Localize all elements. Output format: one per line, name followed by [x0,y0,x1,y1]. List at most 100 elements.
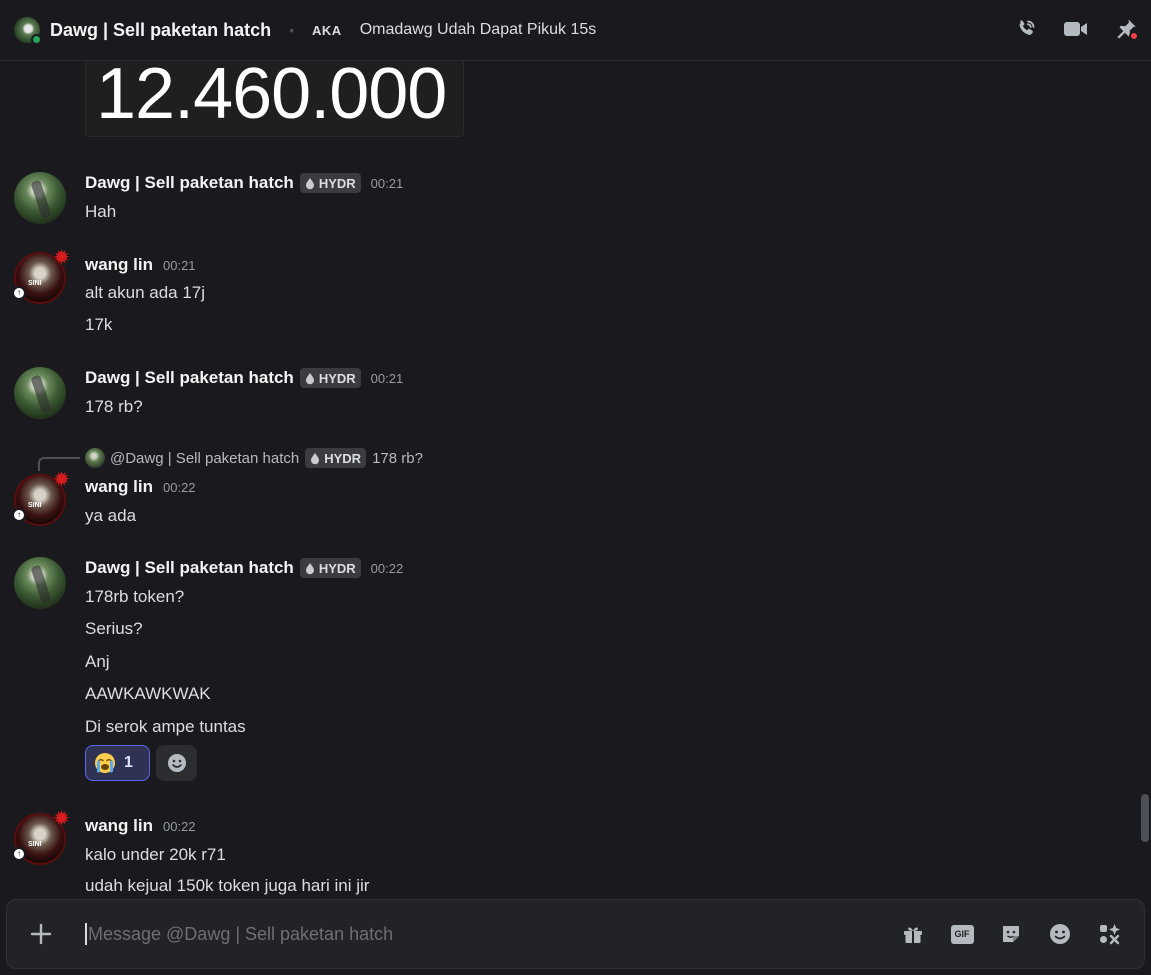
author-avatar[interactable] [14,557,66,609]
message-text: 17k [85,315,113,334]
author-avatar[interactable]: SINI ✹ ↑ [12,809,70,865]
add-reaction-icon [167,754,186,772]
server-tag-label: HYDR [318,560,356,576]
drop-icon [305,562,314,574]
drop-icon [311,452,320,464]
sticker-button[interactable] [996,919,1026,949]
video-call-icon[interactable] [1061,14,1091,44]
server-tag-label: HYDR [324,450,362,466]
server-tag[interactable]: HYDR [299,173,361,193]
message-text: Di serok ampe tuntas [85,717,246,736]
emoji-icon [1050,924,1070,944]
message-text: 178rb token? [85,587,185,606]
header-toolbar [1011,14,1141,44]
plus-icon [30,923,52,945]
header-nickname: Omadawg Udah Dapat Pikuk 15s [359,21,597,38]
message-header: wang lin 00:22 [85,816,196,836]
gift-button[interactable] [898,919,928,949]
message-text: Hah [85,202,117,221]
text-caret [85,923,87,945]
server-tag[interactable]: HYDR [299,368,361,388]
attached-image-text: 12.460.000 [96,61,447,134]
server-tag-label: HYDR [318,175,356,191]
gif-icon: GIF [950,924,974,944]
phone-call-icon[interactable] [1011,14,1041,44]
message-text: kalo under 20k r71 [85,845,226,864]
drop-icon [305,372,314,384]
author-avatar[interactable] [14,172,66,224]
timestamp: 00:22 [163,818,196,834]
message-header: Dawg | Sell paketan hatch HYDR 00:22 [85,558,403,578]
reply-avatar [85,448,105,468]
author-name[interactable]: Dawg | Sell paketan hatch [85,558,294,578]
reply-author[interactable]: @Dawg | Sell paketan hatch [110,450,299,467]
status-badge-icon: ↑ [12,508,26,522]
gif-button[interactable]: GIF [947,919,977,949]
author-avatar[interactable]: SINI ✹ ↑ [12,470,70,526]
loudly-crying-emoji-icon [95,753,115,773]
upload-button[interactable] [21,914,61,954]
message-composer: GIF [6,899,1145,969]
message-text: Serius? [85,619,143,638]
header-separator: • [289,22,295,38]
drop-icon [305,177,314,189]
server-tag-label: HYDR [318,370,356,386]
gift-icon [904,927,922,943]
reply-text: 178 rb? [372,449,423,467]
decoration-star-icon: ✹ [53,247,70,269]
message-text: Anj [85,652,110,671]
author-name[interactable]: Dawg | Sell paketan hatch [85,173,294,193]
avatar-text: SINI [28,280,42,287]
status-badge-icon: ↑ [12,847,26,861]
author-avatar[interactable]: SINI ✹ ↑ [12,248,70,304]
timestamp: 00:21 [163,257,196,273]
server-tag: HYDR [305,448,367,468]
apps-button[interactable] [1094,919,1124,949]
author-name[interactable]: wang lin [85,255,153,275]
dm-header: Dawg | Sell paketan hatch • AKA Omadawg … [0,0,1151,61]
message-text: AAWKAWKWAK [85,684,211,703]
reply-preview[interactable]: @Dawg | Sell paketan hatch HYDR 178 rb? [85,448,423,468]
composer-tools: GIF [898,919,1124,949]
reaction-count: 1 [124,754,133,771]
sticker-icon [1003,926,1019,942]
timestamp: 00:21 [370,370,404,386]
timestamp: 00:21 [370,175,404,191]
author-name[interactable]: wang lin [85,816,153,836]
server-tag[interactable]: HYDR [299,558,361,578]
status-badge-icon: ↑ [12,286,26,300]
pin-icon[interactable] [1111,14,1141,44]
message-input-wrap [85,914,898,954]
author-name[interactable]: Dawg | Sell paketan hatch [85,368,294,388]
message-text: udah kejual 150k token juga hari ini jir [85,876,370,895]
message-text: 178 rb? [85,397,143,416]
message-text: alt akun ada 17j [85,283,206,302]
reaction-crying[interactable]: 1 [85,745,150,781]
online-status-icon [31,34,42,45]
add-reaction-button[interactable] [156,745,197,781]
scrollbar-thumb[interactable] [1141,794,1149,842]
message-header: wang lin 00:21 [85,255,196,275]
author-name[interactable]: wang lin [85,477,153,497]
message-header: Dawg | Sell paketan hatch HYDR 00:21 [85,368,403,388]
emoji-button[interactable] [1045,919,1075,949]
attached-image[interactable]: 12.460.000 [85,61,464,137]
message-header: Dawg | Sell paketan hatch HYDR 00:21 [85,173,403,193]
message-header: wang lin 00:22 [85,477,196,497]
timestamp: 00:22 [370,560,404,576]
message-text: ya ada [85,506,137,525]
reaction-bar: 1 [85,745,197,781]
unread-pin-badge [1129,31,1139,41]
message-list: 12.460.000 Dawg | Sell paketan hatch HYD… [0,61,1151,897]
message-input[interactable] [88,923,788,945]
aka-label: AKA [312,22,342,38]
timestamp: 00:22 [163,479,196,495]
dm-title[interactable]: Dawg | Sell paketan hatch [50,20,271,41]
avatar-text: SINI [28,841,42,848]
avatar-text: SINI [28,502,42,509]
header-avatar[interactable] [14,17,42,45]
decoration-star-icon: ✹ [53,808,70,830]
decoration-star-icon: ✹ [53,469,70,491]
apps-icon [1100,924,1120,945]
author-avatar[interactable] [14,367,66,419]
